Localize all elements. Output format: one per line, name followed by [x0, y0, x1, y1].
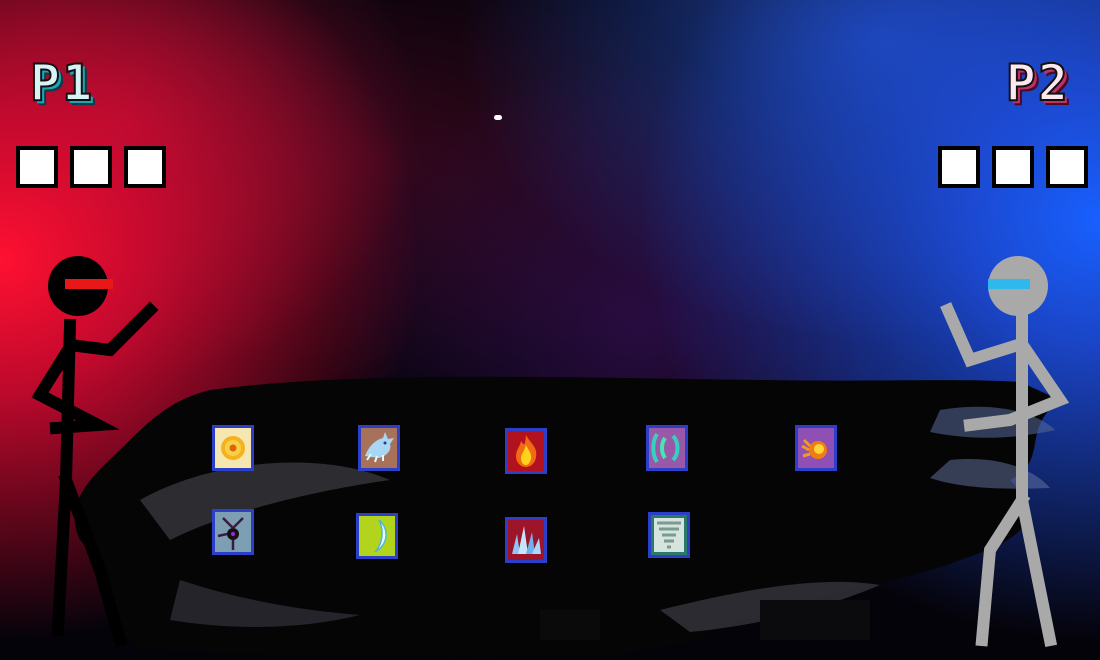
- player-1-fighter: [31, 256, 159, 648]
- star-dot: [494, 115, 502, 120]
- power-up-ice-dragon[interactable]: [358, 425, 400, 471]
- crescent-blade-icon: [359, 516, 395, 556]
- black-hole-icon: [215, 512, 251, 552]
- power-up-sonic-wave[interactable]: [646, 425, 688, 471]
- tornado-icon: [651, 515, 687, 555]
- arena-ship: [74, 376, 1060, 658]
- power-up-black-hole[interactable]: [212, 509, 254, 555]
- life-box: [124, 146, 166, 188]
- player-2-label: P2: [1005, 54, 1070, 112]
- fireball-icon: [798, 428, 834, 468]
- game-stage: P1 P2: [0, 0, 1100, 660]
- ice-dragon-icon: [361, 428, 397, 468]
- life-box: [1046, 146, 1088, 188]
- power-up-ice-crystal[interactable]: [505, 517, 547, 563]
- player-1-lives: [16, 146, 166, 188]
- power-up-tornado[interactable]: [648, 512, 690, 558]
- power-up-sun-orb[interactable]: [212, 425, 254, 471]
- fire-icon: [508, 431, 544, 471]
- life-box: [992, 146, 1034, 188]
- sun-orb-icon: [215, 428, 251, 468]
- sonic-wave-icon: [649, 428, 685, 468]
- ice-crystal-icon: [508, 520, 544, 560]
- player-2-lives: [938, 146, 1088, 188]
- player-1-label: P1: [29, 54, 95, 112]
- power-up-fire[interactable]: [505, 428, 547, 474]
- player-2-fighter: [940, 256, 1070, 648]
- life-box: [16, 146, 58, 188]
- life-box: [938, 146, 980, 188]
- life-box: [70, 146, 112, 188]
- power-up-fireball[interactable]: [795, 425, 837, 471]
- power-up-crescent-blade[interactable]: [356, 513, 398, 559]
